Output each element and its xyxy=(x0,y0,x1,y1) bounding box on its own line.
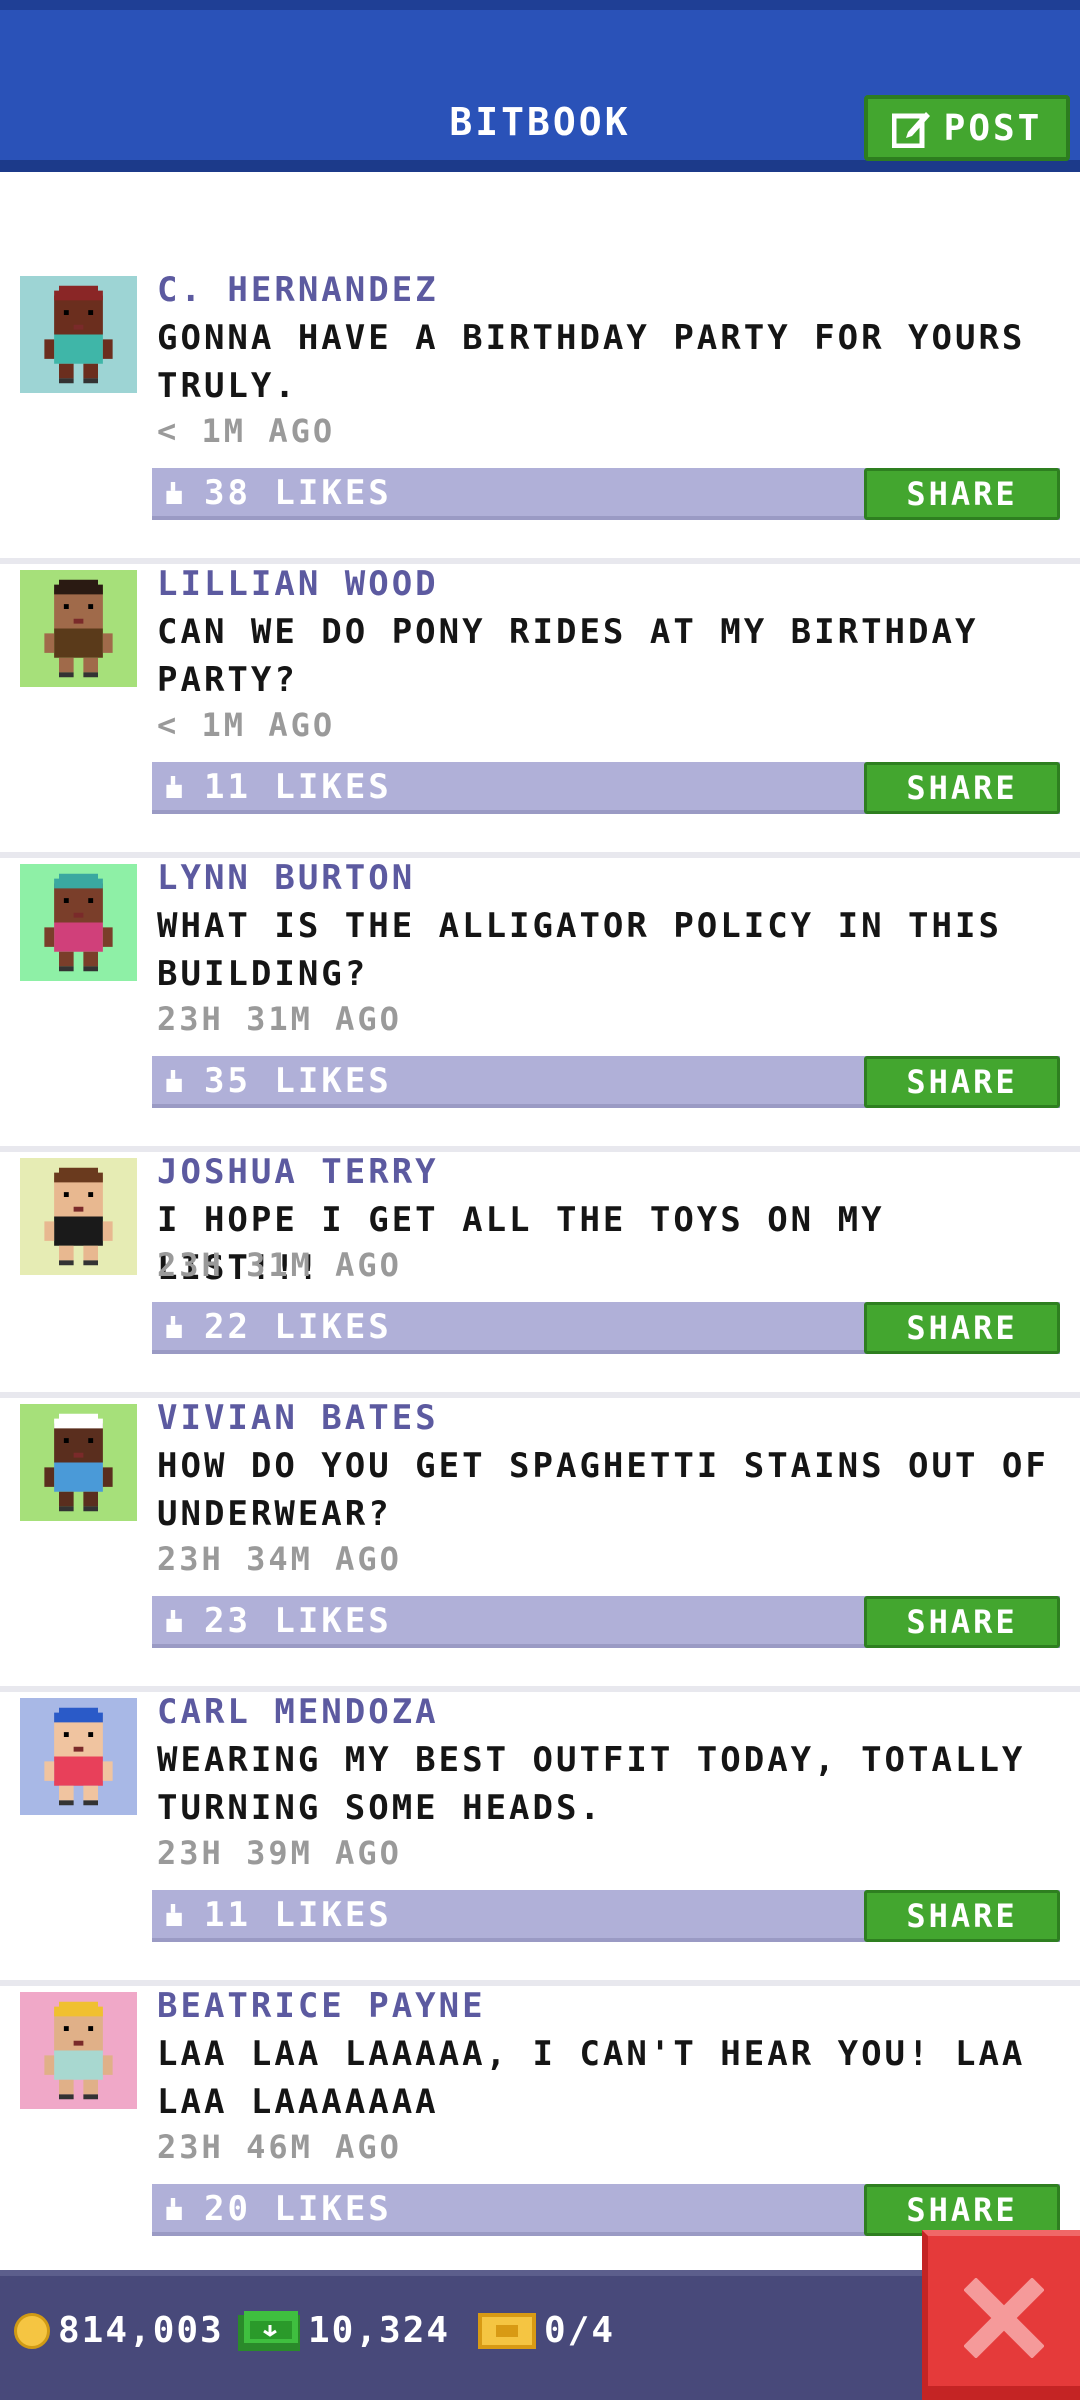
avatar[interactable] xyxy=(20,570,137,687)
thumbs-up-icon xyxy=(166,1070,182,1092)
character-avatar-icon xyxy=(44,1167,113,1266)
character-avatar-icon xyxy=(44,873,113,972)
avatar[interactable] xyxy=(20,1404,137,1521)
post-author[interactable]: C. HERNANDEZ xyxy=(157,270,439,310)
likes-count: 11 LIKES xyxy=(204,1895,392,1935)
bux-icon xyxy=(238,2310,300,2351)
post-time: < 1M AGO xyxy=(157,412,336,450)
edit-icon xyxy=(891,112,930,148)
app-header: BITBOOK POST xyxy=(0,0,1080,172)
share-button[interactable]: SHARE xyxy=(864,1596,1060,1648)
bux-value: 10,324 xyxy=(308,2310,451,2351)
share-button-label: SHARE xyxy=(906,1897,1018,1935)
thumbs-up-icon xyxy=(166,2198,182,2220)
likes-count: 35 LIKES xyxy=(204,1061,392,1101)
share-button-label: SHARE xyxy=(906,2191,1018,2229)
character-avatar-icon xyxy=(44,2001,113,2100)
likes-count: 22 LIKES xyxy=(204,1307,392,1347)
likes-count: 23 LIKES xyxy=(204,1601,392,1641)
bottom-status-bar: 814,003 10,324 0/4 xyxy=(0,2270,1080,2400)
ticket-icon xyxy=(478,2312,536,2349)
feed-post: C. HERNANDEZ GONNA HAVE A BIRTHDAY PARTY… xyxy=(0,270,1080,564)
post-author[interactable]: LYNN BURTON xyxy=(157,858,415,898)
share-button[interactable]: SHARE xyxy=(864,1056,1060,1108)
feed-post: LYNN BURTON WHAT IS THE ALLIGATOR POLICY… xyxy=(0,858,1080,1152)
share-button[interactable]: SHARE xyxy=(864,2184,1060,2236)
thumbs-up-icon xyxy=(166,1316,182,1338)
share-button-label: SHARE xyxy=(906,1603,1018,1641)
character-avatar-icon xyxy=(44,579,113,678)
close-icon xyxy=(964,2278,1044,2358)
bux-display: 10,324 xyxy=(238,2310,450,2351)
thumbs-up-icon xyxy=(166,1904,182,1926)
share-button[interactable]: SHARE xyxy=(864,468,1060,520)
thumbs-up-icon xyxy=(166,776,182,798)
post-message: HOW DO YOU GET SPAGHETTI STAINS OUT OF U… xyxy=(157,1446,1049,1534)
share-button-label: SHARE xyxy=(906,475,1018,513)
post-feed[interactable]: C. HERNANDEZ GONNA HAVE A BIRTHDAY PARTY… xyxy=(0,270,1080,2280)
feed-post: BEATRICE PAYNE LAA LAA LAAAAA, I CAN'T H… xyxy=(0,1986,1080,2280)
post-time: 23H 31M AGO xyxy=(157,1246,402,1284)
post-author[interactable]: JOSHUA TERRY xyxy=(157,1152,439,1192)
share-button[interactable]: SHARE xyxy=(864,762,1060,814)
character-avatar-icon xyxy=(44,285,113,384)
post-message: LAA LAA LAAAAA, I CAN'T HEAR YOU! LAA LA… xyxy=(157,2034,1026,2122)
share-button-label: SHARE xyxy=(906,1063,1018,1101)
avatar[interactable] xyxy=(20,1992,137,2109)
post-author[interactable]: VIVIAN BATES xyxy=(157,1398,439,1438)
likes-count: 11 LIKES xyxy=(204,767,392,807)
avatar[interactable] xyxy=(20,864,137,981)
feed-post: LILLIAN WOOD CAN WE DO PONY RIDES AT MY … xyxy=(0,564,1080,858)
feed-post: CARL MENDOZA WEARING MY BEST OUTFIT TODA… xyxy=(0,1692,1080,1986)
share-button[interactable]: SHARE xyxy=(864,1302,1060,1354)
post-button[interactable]: POST xyxy=(864,95,1070,161)
feed-post: JOSHUA TERRY I HOPE I GET ALL THE TOYS O… xyxy=(0,1152,1080,1398)
character-avatar-icon xyxy=(44,1413,113,1512)
likes-count: 38 LIKES xyxy=(204,473,392,513)
character-avatar-icon xyxy=(44,1707,113,1806)
share-button-label: SHARE xyxy=(906,1309,1018,1347)
coins-value: 814,003 xyxy=(58,2310,224,2351)
post-author[interactable]: CARL MENDOZA xyxy=(157,1692,439,1732)
post-time: 23H 46M AGO xyxy=(157,2128,402,2166)
post-time: < 1M AGO xyxy=(157,706,336,744)
post-author[interactable]: LILLIAN WOOD xyxy=(157,564,439,604)
post-time: 23H 34M AGO xyxy=(157,1540,402,1578)
post-button-label: POST xyxy=(943,107,1043,149)
post-time: 23H 39M AGO xyxy=(157,1834,402,1872)
share-button-label: SHARE xyxy=(906,769,1018,807)
share-button[interactable]: SHARE xyxy=(864,1890,1060,1942)
post-message: GONNA HAVE A BIRTHDAY PARTY FOR YOURS TR… xyxy=(157,318,1026,406)
post-author[interactable]: BEATRICE PAYNE xyxy=(157,1986,486,2026)
avatar[interactable] xyxy=(20,1158,137,1275)
post-message: WEARING MY BEST OUTFIT TODAY, TOTALLY TU… xyxy=(157,1740,1026,1828)
avatar[interactable] xyxy=(20,276,137,393)
feed-post: VIVIAN BATES HOW DO YOU GET SPAGHETTI ST… xyxy=(0,1398,1080,1692)
post-time: 23H 31M AGO xyxy=(157,1000,402,1038)
post-message: CAN WE DO PONY RIDES AT MY BIRTHDAY PART… xyxy=(157,612,979,700)
likes-count: 20 LIKES xyxy=(204,2189,392,2229)
post-message: WHAT IS THE ALLIGATOR POLICY IN THIS BUI… xyxy=(157,906,1002,994)
thumbs-up-icon xyxy=(166,1610,182,1632)
tickets-display: 0/4 xyxy=(478,2310,615,2351)
thumbs-up-icon xyxy=(166,482,182,504)
avatar[interactable] xyxy=(20,1698,137,1815)
coins-display: 814,003 xyxy=(14,2310,224,2351)
close-button[interactable] xyxy=(922,2230,1080,2400)
tickets-value: 0/4 xyxy=(544,2310,616,2351)
coin-icon xyxy=(14,2312,50,2349)
